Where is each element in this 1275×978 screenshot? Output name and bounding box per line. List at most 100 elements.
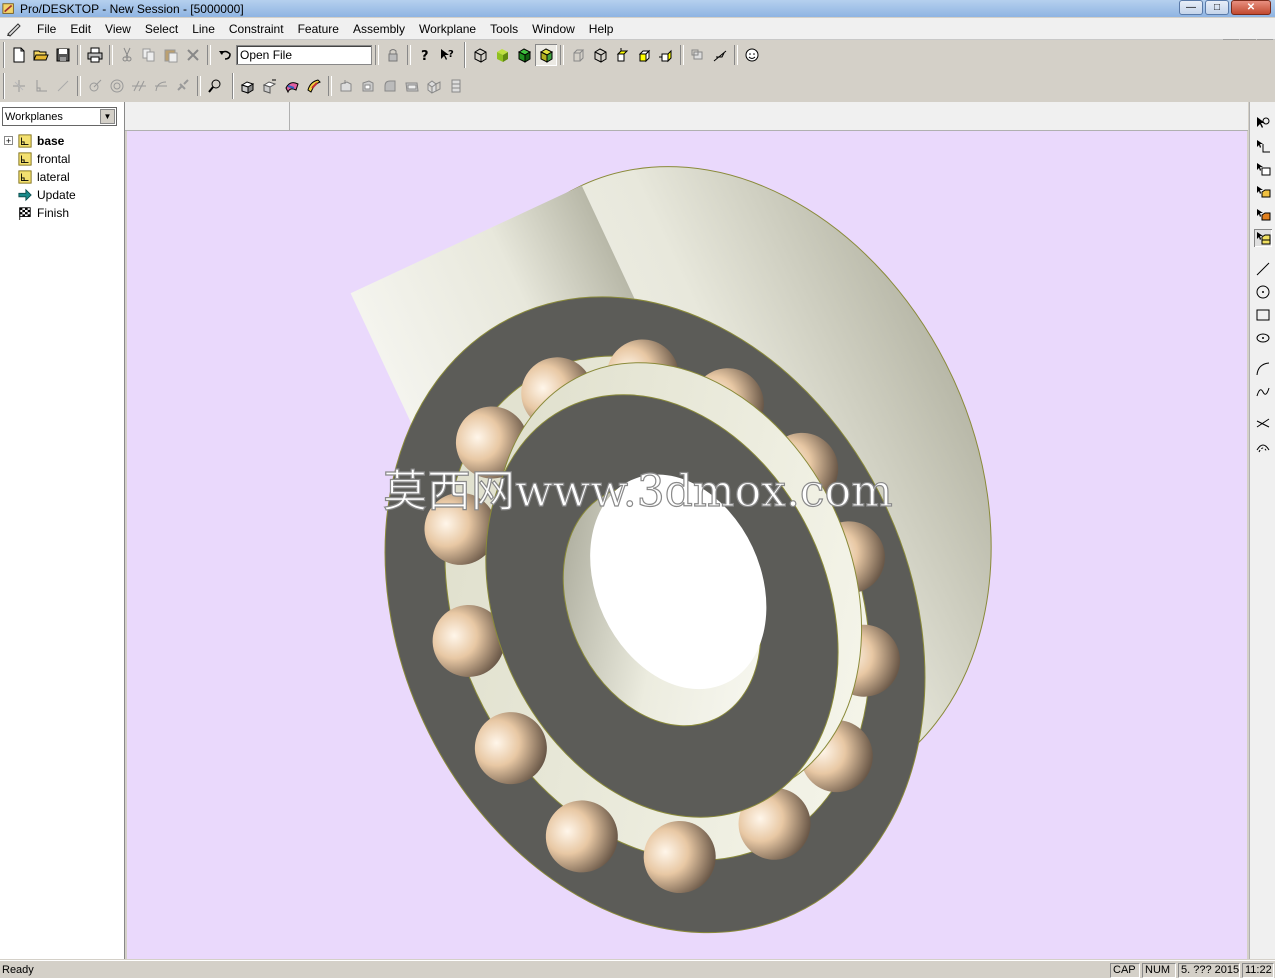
sweep-icon[interactable] [281,75,303,97]
menu-bar: File Edit View Select Line Constraint Fe… [0,18,1275,53]
open-file-combo[interactable]: Open File [236,45,372,65]
mirror-icon[interactable] [445,75,467,97]
shaded-view-icon[interactable] [491,44,513,66]
select-feature-icon[interactable] [1254,229,1272,247]
close-button[interactable]: ✕ [1231,0,1271,15]
chamfer-icon[interactable] [335,75,357,97]
tree-item-finish[interactable]: Finish [4,204,76,222]
num-lock-indicator: NUM [1142,963,1176,978]
delete-icon[interactable] [182,44,204,66]
finish-flag-icon [19,207,31,220]
menu-tools[interactable]: Tools [483,22,525,36]
menu-file[interactable]: File [30,22,63,36]
extrude-icon[interactable] [237,75,259,97]
document-icon[interactable] [6,21,22,37]
draw-ellipse-icon[interactable] [1254,329,1272,347]
shell-icon[interactable] [357,75,379,97]
shaded-edges-view-icon[interactable] [513,44,535,66]
lock-icon[interactable] [382,44,404,66]
chevron-down-icon[interactable]: ▼ [100,109,115,124]
help-icon[interactable]: ? [414,44,436,66]
tree-item-lateral[interactable]: lateral [4,168,76,186]
paste-icon[interactable] [160,44,182,66]
select-sketch-icon[interactable] [1254,137,1272,155]
new-icon[interactable] [8,44,30,66]
zoom-icon[interactable] [204,75,226,97]
draft-icon[interactable] [401,75,423,97]
workplane-icon [18,170,32,184]
open-icon[interactable] [30,44,52,66]
copy-icon[interactable] [138,44,160,66]
perpendicular-icon[interactable] [30,75,52,97]
save-icon[interactable] [52,44,74,66]
context-help-icon[interactable]: ? [436,44,458,66]
date-indicator: 5. ??? 2015 [1178,963,1240,978]
constraint-icon[interactable] [8,75,30,97]
menu-constraint[interactable]: Constraint [222,22,291,36]
status-bar: Ready CAP NUM 5. ??? 2015 11:22 [0,960,1275,978]
select-edge-icon[interactable] [1254,206,1272,224]
link-icon[interactable] [172,75,194,97]
tangent-icon[interactable] [150,75,172,97]
offset-icon[interactable] [1254,437,1272,455]
tree-item-label: frontal [37,152,71,166]
parallel-icon[interactable] [128,75,150,97]
back-view-icon[interactable] [655,44,677,66]
front-view-icon[interactable] [567,44,589,66]
workplanes-selector[interactable]: Workplanes ▼ [2,107,117,126]
print-icon[interactable] [84,44,106,66]
angle-icon[interactable] [84,75,106,97]
svg-text:?: ? [448,49,454,60]
minimize-button[interactable]: — [1179,0,1203,15]
draw-arc-icon[interactable] [1254,360,1272,378]
fillet-icon[interactable] [379,75,401,97]
tree-item-label: Update [37,188,76,202]
wireframe-view-icon[interactable] [469,44,491,66]
select-line-icon[interactable] [1254,160,1272,178]
concentric-icon[interactable] [106,75,128,97]
select-workplane-icon[interactable] [1254,114,1272,132]
shaded-outline-view-icon[interactable] [535,44,557,66]
title-bar: Pro/DESKTOP - New Session - [5000000] — … [0,0,1275,17]
bearing-model[interactable]: 莫西网www.3dmox.com [127,131,1247,959]
draw-line-icon[interactable] [1254,260,1272,278]
menu-feature[interactable]: Feature [291,22,346,36]
isometric-view-icon[interactable] [589,44,611,66]
workplanes-selector-value: Workplanes [5,111,63,123]
view-tabs-strip [125,102,1248,131]
line-icon[interactable] [52,75,74,97]
right-view-icon[interactable] [633,44,655,66]
expand-icon[interactable]: + [4,136,13,146]
draw-rectangle-icon[interactable] [1254,306,1272,324]
menu-assembly[interactable]: Assembly [346,22,412,36]
menu-window[interactable]: Window [525,22,582,36]
tree-item-label: base [37,134,65,148]
menu-help[interactable]: Help [582,22,621,36]
menu-workplane[interactable]: Workplane [412,22,483,36]
pattern-icon[interactable] [423,75,445,97]
top-view-icon[interactable] [611,44,633,66]
menu-edit[interactable]: Edit [63,22,98,36]
menu-line[interactable]: Line [185,22,222,36]
smiley-icon[interactable] [741,44,763,66]
zoom-box-icon[interactable] [687,44,709,66]
revolve-icon[interactable] [259,75,281,97]
draw-spline-icon[interactable] [1254,383,1272,401]
svg-text:?: ? [421,49,429,63]
pan-icon[interactable] [709,44,731,66]
maximize-button[interactable]: □ [1205,0,1229,15]
menu-view[interactable]: View [98,22,138,36]
tree-item-base[interactable]: + base [4,132,76,150]
3d-viewport[interactable]: 莫西网www.3dmox.com [127,131,1247,959]
trim-icon[interactable] [1254,414,1272,432]
loft-icon[interactable] [303,75,325,97]
undo-icon[interactable] [214,44,236,66]
select-face-icon[interactable] [1254,183,1272,201]
tree-item-frontal[interactable]: frontal [4,150,76,168]
time-indicator: 11:22 [1242,963,1274,978]
draw-circle-icon[interactable] [1254,283,1272,301]
tree-item-label: lateral [37,170,70,184]
cut-icon[interactable] [116,44,138,66]
tree-item-update[interactable]: Update [4,186,76,204]
menu-select[interactable]: Select [138,22,185,36]
